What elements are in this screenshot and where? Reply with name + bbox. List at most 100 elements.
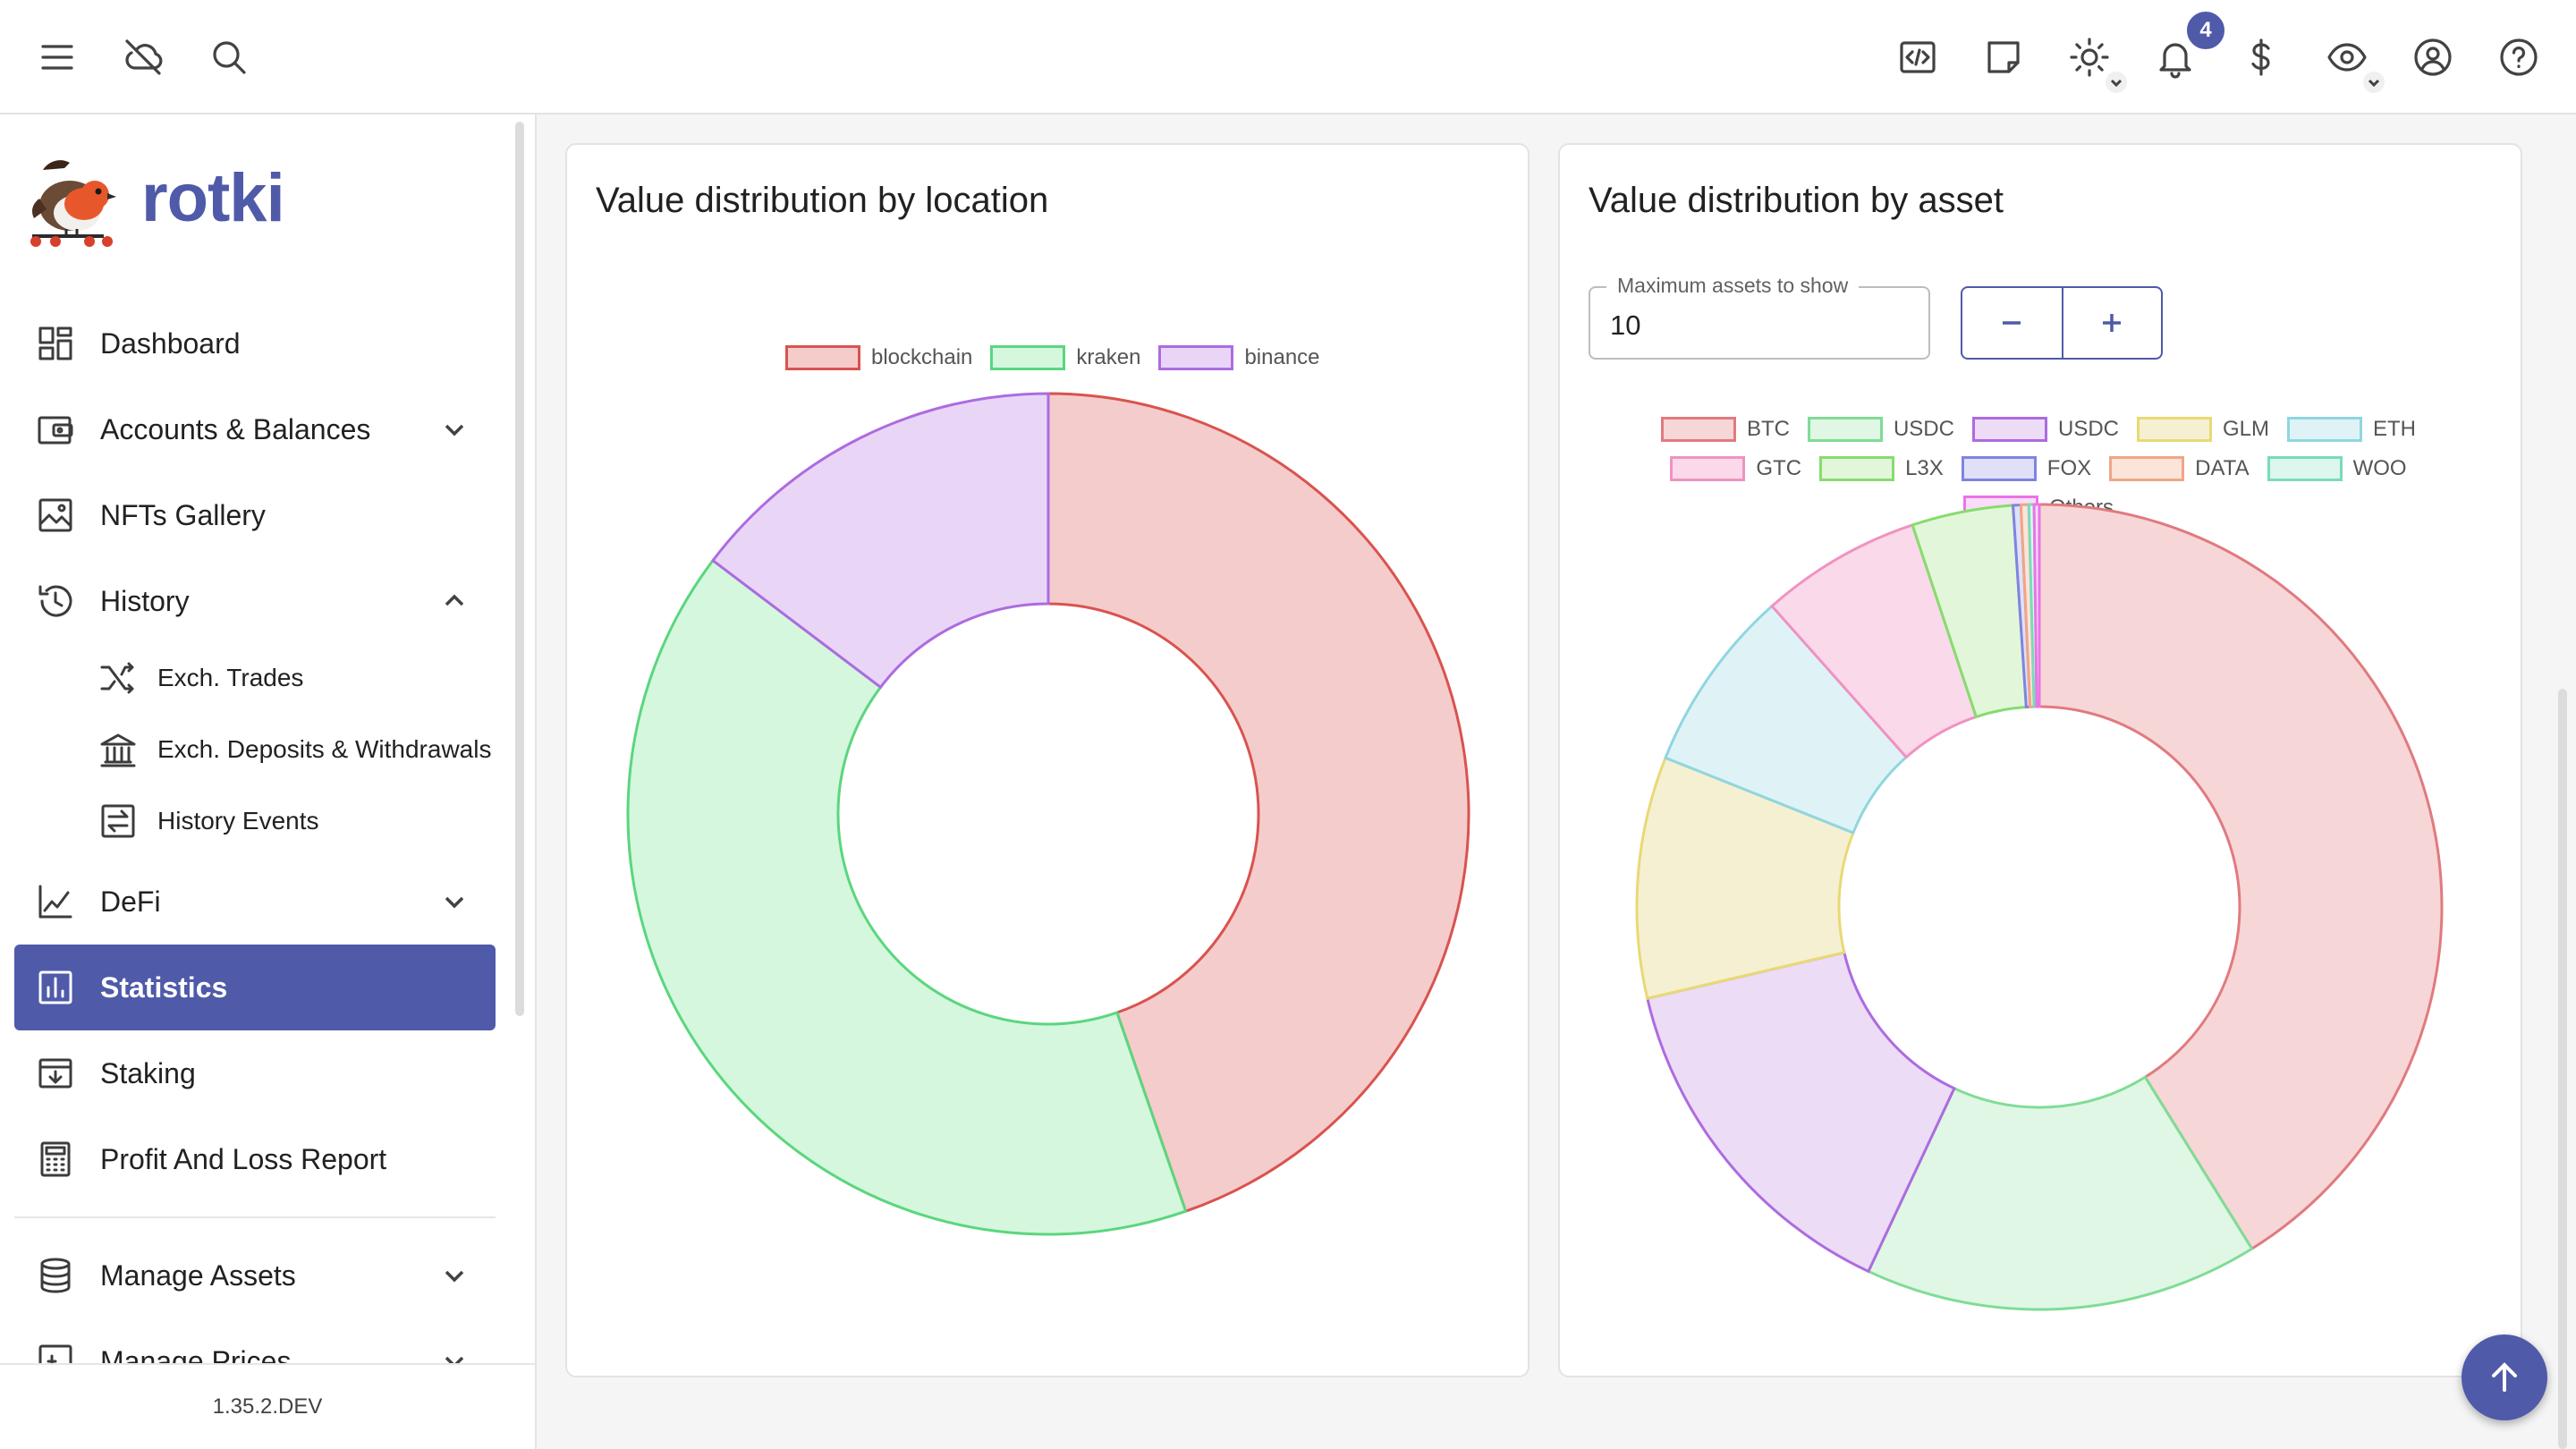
sidebar: rotki Dashboard Accounts & Balances NFTs…	[0, 114, 537, 1449]
max-assets-field[interactable]: Maximum assets to show 10	[1589, 274, 1930, 360]
legend-item-blockchain[interactable]: blockchain	[785, 345, 972, 370]
minus-icon	[2003, 321, 2021, 325]
legend-swatch	[1670, 456, 1746, 481]
legend-item-binance[interactable]: binance	[1158, 345, 1320, 370]
legend-swatch	[2267, 456, 2343, 481]
max-assets-label: Maximum assets to show	[1606, 274, 1860, 298]
slice-kraken[interactable]	[626, 558, 1188, 1236]
chevron-down-icon	[438, 413, 470, 445]
sidebar-subitem-exch-deposits-withdrawals[interactable]: Exch. Deposits & Withdrawals	[98, 714, 491, 785]
sidebar-item-staking[interactable]: Staking	[14, 1030, 496, 1116]
code-icon[interactable]	[1889, 29, 1946, 86]
sidebar-item-label: Staking	[100, 1056, 196, 1089]
legend-swatch	[1660, 417, 1736, 442]
legend-item-usdc[interactable]: USDC	[1807, 417, 1954, 442]
plus-icon	[2103, 314, 2122, 332]
brand-name: rotki	[141, 160, 285, 236]
menu-icon[interactable]	[29, 29, 86, 86]
legend-item-woo[interactable]: WOO	[2267, 456, 2407, 481]
search-icon[interactable]	[200, 29, 258, 86]
main-scrollbar[interactable]	[2558, 689, 2567, 1449]
location-donut-chart	[626, 392, 1470, 1236]
dashboard-icon	[36, 324, 75, 363]
location-distribution-card: Value distribution by location blockchai…	[565, 143, 1530, 1377]
sidebar-item-defi[interactable]: DeFi	[14, 859, 496, 945]
legend-label: WOO	[2352, 456, 2407, 480]
sidebar-item-history[interactable]: History	[14, 558, 496, 644]
legend-item-fox[interactable]: FOX	[1961, 456, 2092, 481]
legend-label: GLM	[2223, 417, 2270, 441]
history-icon	[36, 581, 75, 621]
sidebar-item-label: Accounts & Balances	[100, 412, 371, 445]
legend-label: kraken	[1076, 345, 1141, 369]
sidebar-item-accounts-balances[interactable]: Accounts & Balances	[14, 386, 496, 472]
sidebar-item-label: Profit And Loss Report	[100, 1142, 387, 1175]
legend-item-data[interactable]: DATA	[2109, 456, 2250, 481]
legend-label: FOX	[2046, 456, 2092, 480]
calculator-icon	[36, 1140, 75, 1179]
staking-icon	[36, 1054, 75, 1093]
increment-button[interactable]	[2061, 288, 2161, 358]
app-version: 1.35.2.DEV	[0, 1363, 535, 1449]
sidebar-item-manage-assets[interactable]: Manage Assets	[14, 1233, 496, 1318]
sidebar-subitem-label: Exch. Trades	[157, 664, 304, 691]
card-title: Value distribution by location	[596, 181, 1049, 220]
note-icon[interactable]	[1975, 29, 2032, 86]
location-legend: blockchain kraken binance	[785, 345, 1338, 370]
sidebar-subitem-history-events[interactable]: History Events	[98, 785, 319, 857]
image-icon	[36, 496, 75, 535]
scroll-to-top-button[interactable]	[2462, 1335, 2547, 1420]
asset-donut-chart	[1635, 503, 2444, 1311]
legend-label: ETH	[2373, 417, 2417, 441]
database-icon	[36, 1256, 75, 1295]
sidebar-subitem-exch-trades[interactable]: Exch. Trades	[98, 642, 303, 714]
legend-swatch	[1961, 456, 2037, 481]
legend-swatch	[2137, 417, 2212, 442]
sidebar-subitem-label: Exch. Deposits & Withdrawals	[157, 735, 492, 763]
legend-item-usdc[interactable]: USDC	[1971, 417, 2119, 442]
legend-label: GTC	[1756, 456, 1802, 480]
legend-swatch	[1819, 456, 1895, 481]
sidebar-item-statistics[interactable]: Statistics	[14, 945, 496, 1030]
notification-badge: 4	[2184, 9, 2227, 52]
sidebar-item-nfts-gallery[interactable]: NFTs Gallery	[14, 472, 496, 558]
legend-item-glm[interactable]: GLM	[2137, 417, 2269, 442]
sidebar-item-label: DeFi	[100, 885, 161, 918]
line-chart-icon	[36, 882, 75, 921]
asset-distribution-card: Value distribution by asset Maximum asse…	[1558, 143, 2522, 1377]
legend-label: DATA	[2195, 456, 2250, 480]
legend-swatch	[1971, 417, 2047, 442]
sidebar-item-profit-loss-report[interactable]: Profit And Loss Report	[14, 1116, 496, 1202]
legend-label: USDC	[2057, 417, 2119, 441]
account-icon[interactable]	[2404, 29, 2462, 86]
legend-item-btc[interactable]: BTC	[1660, 417, 1790, 442]
sidebar-item-dashboard[interactable]: Dashboard	[14, 301, 496, 386]
legend-swatch	[990, 345, 1066, 370]
legend-item-l3x[interactable]: L3X	[1819, 456, 1944, 481]
legend-item-gtc[interactable]: GTC	[1670, 456, 1801, 481]
legend-swatch	[2287, 417, 2363, 442]
cloud-off-icon[interactable]	[114, 29, 172, 86]
sidebar-item-label: Statistics	[100, 970, 228, 1004]
sidebar-item-label: Dashboard	[100, 326, 241, 360]
theme-menu-chevron-icon[interactable]	[2106, 72, 2127, 93]
legend-label: USDC	[1893, 417, 1954, 441]
legend-item-eth[interactable]: ETH	[2287, 417, 2416, 442]
legend-label: BTC	[1746, 417, 1790, 441]
legend-label: blockchain	[871, 345, 973, 369]
legend-label: L3X	[1905, 456, 1944, 480]
legend-swatch	[785, 345, 860, 370]
sidebar-item-label: History	[100, 584, 190, 617]
bank-icon	[98, 730, 138, 769]
decrement-button[interactable]	[1962, 288, 2062, 358]
sidebar-divider	[14, 1216, 496, 1218]
sidebar-scrollbar[interactable]	[515, 122, 524, 1016]
legend-item-kraken[interactable]: kraken	[990, 345, 1140, 370]
max-assets-stepper	[1961, 286, 2163, 360]
sidebar-subitem-label: History Events	[157, 807, 319, 835]
privacy-menu-chevron-icon[interactable]	[2363, 72, 2385, 93]
history-events-icon	[98, 801, 138, 841]
dollar-icon[interactable]	[2233, 29, 2290, 86]
chevron-down-icon	[438, 1259, 470, 1292]
help-icon[interactable]	[2490, 29, 2547, 86]
